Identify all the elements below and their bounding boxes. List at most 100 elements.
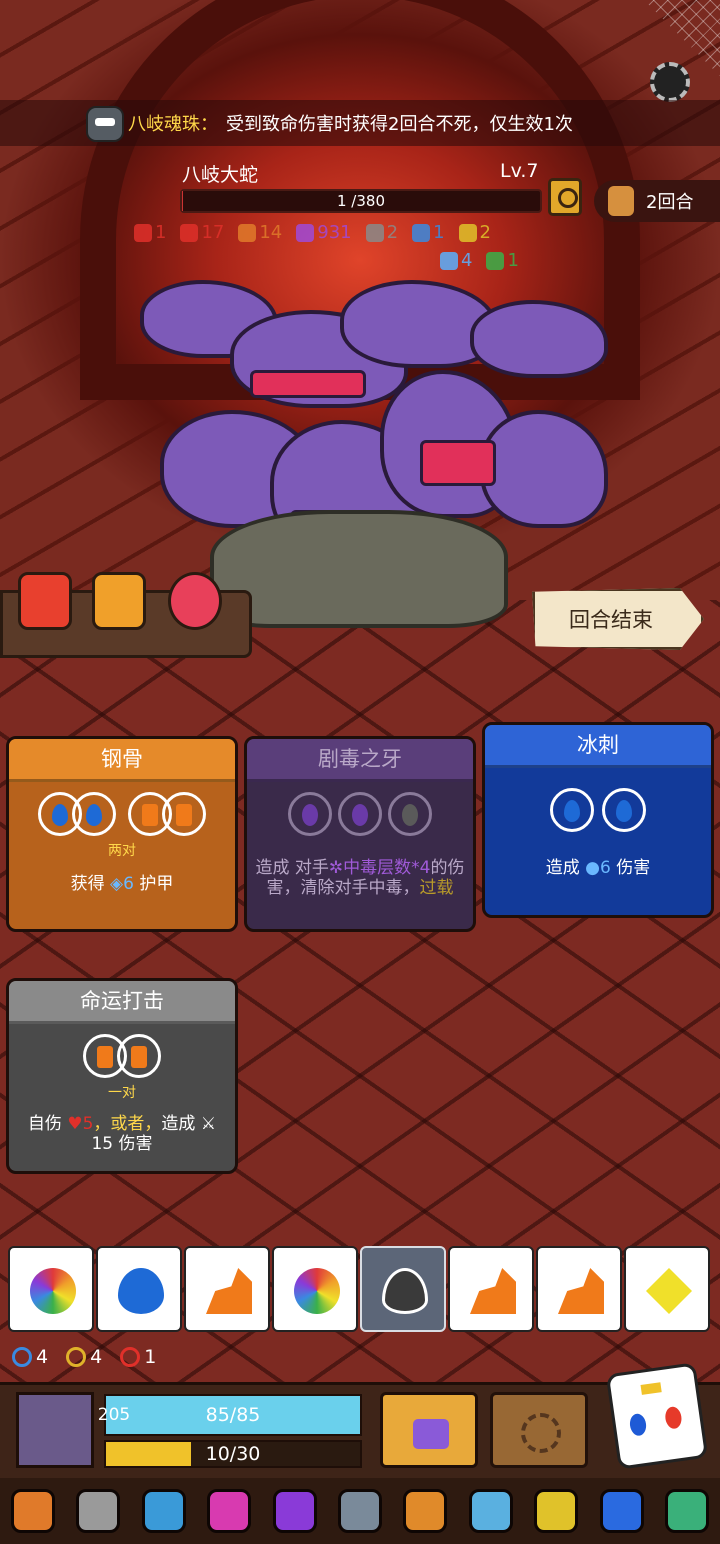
hydra-head <box>470 300 608 378</box>
relic-name: 八岐魂珠： <box>128 114 218 135</box>
sapphire-medallion-icon[interactable] <box>599 1489 644 1533</box>
rock-pile <box>210 510 508 628</box>
desc-highlight: 中毒层数*4 <box>343 858 431 878</box>
crystal-sword-icon[interactable] <box>468 1489 513 1533</box>
card-ice-spike[interactable]: 冰刺 造成 ●6 伤害 <box>482 722 714 918</box>
buff-value: 1 <box>144 1346 157 1368</box>
lock-dice-button[interactable] <box>380 1392 478 1468</box>
red-swirl-icon <box>120 1347 141 1367</box>
blue-box-icon[interactable] <box>141 1489 186 1533</box>
scroll-icon <box>608 186 634 216</box>
orange-rock-icon <box>206 1268 252 1314</box>
player-shield-value: 205 <box>97 1405 131 1425</box>
moon-slot-icon[interactable] <box>288 792 332 836</box>
card-steel-bone[interactable]: 钢骨 两对 获得 ◈6 护甲 <box>6 736 238 932</box>
orange-rock-icon <box>558 1268 604 1314</box>
reroll-dice-button[interactable] <box>605 1362 709 1470</box>
orange-potion-icon[interactable] <box>92 572 146 630</box>
xp-fill <box>106 1442 191 1466</box>
desc-value: 6 <box>600 858 611 878</box>
water-drop-icon <box>118 1268 164 1314</box>
dice-slot[interactable] <box>448 1246 534 1332</box>
water-slot-icon[interactable] <box>72 792 116 836</box>
flame-icon <box>180 223 199 242</box>
dice-slot[interactable] <box>272 1246 358 1332</box>
turn-counter-text: 2回合 <box>646 192 694 213</box>
boss-hp-fill <box>182 191 184 211</box>
desc-text: 15 伤害 <box>91 1134 153 1154</box>
card-venom-fang[interactable]: 剧毒之牙 造成 对手✲中毒层数*4的伤害，清除对手中毒，过载 <box>244 736 476 932</box>
status-value: 2 <box>479 222 491 243</box>
dice-slot[interactable] <box>536 1246 622 1332</box>
status-value: 14 <box>259 222 283 243</box>
ghost-icon[interactable] <box>76 1489 121 1533</box>
card-fate-strike[interactable]: 命运打击 一对 自伤 ♥5，或者，造成 ⚔ 15 伤害 <box>6 978 238 1174</box>
moon-slot-icon[interactable] <box>388 792 432 836</box>
boss-status[interactable]: 2 <box>458 222 491 243</box>
gray-horn-icon[interactable] <box>337 1489 382 1533</box>
rock-slot-icon[interactable] <box>117 1034 161 1078</box>
codex-icon[interactable] <box>548 178 582 216</box>
water-slot-icon[interactable] <box>550 788 594 832</box>
moon-slot-icon[interactable] <box>338 792 382 836</box>
desc-value: 5 <box>82 1114 94 1134</box>
dice-slot[interactable] <box>96 1246 182 1332</box>
desc-text: 伤害 <box>616 858 651 878</box>
boss-status[interactable]: 14 <box>238 222 282 243</box>
dice-slots <box>247 792 473 836</box>
dice-tray <box>8 1246 712 1334</box>
dice-slot[interactable] <box>360 1246 446 1332</box>
player-buff[interactable]: 4 <box>66 1346 102 1368</box>
boss-status[interactable]: 931 <box>296 222 352 243</box>
player-hp-text: 85/85 <box>205 1404 261 1426</box>
dice-slot[interactable] <box>184 1246 270 1332</box>
desc-text: 自伤 <box>27 1114 62 1134</box>
orange-rock-icon <box>470 1268 516 1314</box>
dice-slot[interactable] <box>624 1246 710 1332</box>
water-slot-icon[interactable] <box>602 788 646 832</box>
chat-icon <box>412 223 431 242</box>
boss-status[interactable]: 2 <box>365 222 398 243</box>
purple-flask-icon[interactable] <box>272 1489 317 1533</box>
turn-counter: 2回合 <box>594 180 720 222</box>
rainbow-swirl-icon <box>294 1268 340 1314</box>
card-title: 冰刺 <box>485 725 711 768</box>
green-leaf-icon[interactable] <box>665 1489 710 1533</box>
amulet-icon[interactable] <box>534 1489 579 1533</box>
pink-potion-icon[interactable] <box>168 572 222 630</box>
dice-slot[interactable] <box>8 1246 94 1332</box>
fire-icon <box>238 223 257 242</box>
poison-icon: ✲ <box>328 858 344 878</box>
relic-info-banner: 八岐魂珠： 受到致命伤害时获得2回合不死，仅生效1次 <box>0 100 720 146</box>
boss-status[interactable]: 1 <box>134 222 166 243</box>
hydra-mouth <box>250 370 366 398</box>
player-buff[interactable]: 4 <box>12 1346 48 1368</box>
settings-gear-icon[interactable] <box>650 62 690 102</box>
card-description: 造成 对手✲中毒层数*4的伤害，清除对手中毒，过载 <box>247 858 473 898</box>
player-buff[interactable]: 1 <box>120 1346 156 1368</box>
crown-icon[interactable] <box>10 1489 55 1533</box>
hydra-mouth <box>420 440 496 486</box>
red-potion-icon[interactable] <box>18 572 72 630</box>
card-title: 命运打击 <box>9 981 235 1024</box>
break-dice-button[interactable] <box>490 1392 588 1468</box>
player-avatar[interactable] <box>16 1392 94 1468</box>
player-buffs: 4 4 1 <box>12 1346 156 1368</box>
blue-shield-icon <box>12 1347 32 1367</box>
boss-status[interactable]: 17 <box>180 222 224 243</box>
arrow-icon <box>458 223 477 242</box>
pink-blob-icon[interactable] <box>207 1489 252 1533</box>
gold-shield-icon <box>66 1347 87 1367</box>
boss-hp-text: 1 /380 <box>337 192 385 210</box>
boss-status[interactable]: 1 <box>412 222 445 243</box>
buff-value: 4 <box>36 1346 49 1368</box>
end-turn-button[interactable]: 回合结束 <box>532 588 704 650</box>
boss-hp-bar: 1 /380 <box>180 189 542 213</box>
rock-slot-icon[interactable] <box>162 792 206 836</box>
gold-ring-icon[interactable] <box>403 1489 448 1533</box>
yellow-diamond-icon <box>646 1268 692 1314</box>
desc-text: 造成 <box>161 1114 196 1134</box>
desc-text: 造成 对手 <box>255 858 329 878</box>
boss-level: Lv.7 <box>500 160 539 182</box>
desc-value: 6 <box>123 874 134 894</box>
